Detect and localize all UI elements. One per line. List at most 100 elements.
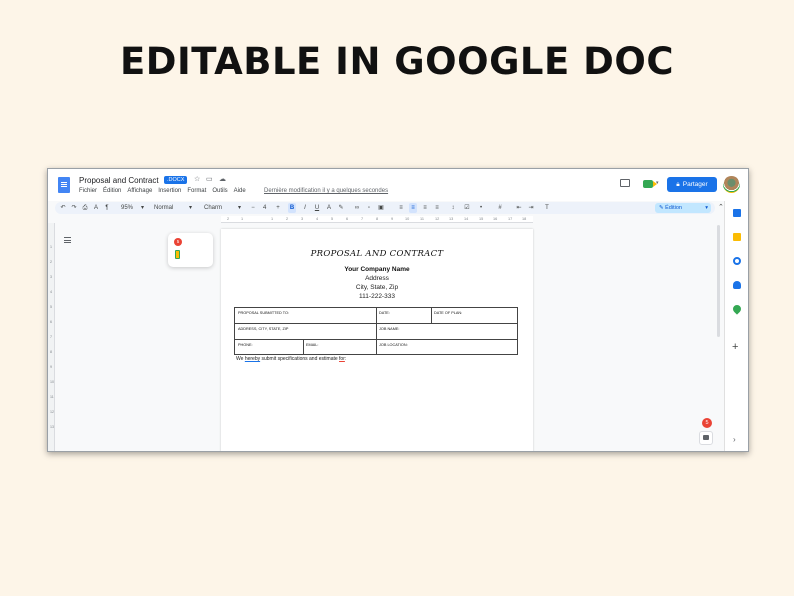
menu-format[interactable]: Format (187, 188, 206, 194)
justify-icon[interactable]: ≡ (433, 203, 441, 213)
document-page[interactable]: PROPOSAL AND CONTRACT Your Company Name … (221, 229, 533, 451)
menu-aide[interactable]: Aide (234, 188, 246, 194)
increase-indent-icon[interactable]: ⇥ (527, 203, 535, 213)
chevron-down-icon[interactable]: ▾ (656, 180, 659, 186)
text-color-icon[interactable]: A (325, 203, 333, 213)
document-heading: PROPOSAL AND CONTRACT (310, 249, 444, 259)
chevron-up-icon[interactable]: ⌃ (718, 203, 724, 211)
calendar-icon[interactable] (733, 209, 741, 217)
field-job-location: JOB LOCATION: (379, 343, 408, 347)
redo-icon[interactable]: ↷ (70, 203, 78, 213)
move-folder-icon[interactable]: ▭ (206, 175, 213, 183)
contacts-icon[interactable] (733, 281, 741, 289)
ruler-tick: 9 (50, 365, 52, 369)
tasks-icon[interactable] (733, 257, 741, 265)
spellcheck-icon[interactable]: A (92, 203, 100, 213)
toolbar: ↶ ↷ ⎙ A ¶ 95% ▾ Normal ▾ Charm ▾ − 4 + B… (55, 202, 715, 214)
star-icon[interactable]: ☆ (194, 175, 200, 183)
file-type-badge: .DOCX (164, 176, 188, 184)
bold-icon[interactable]: B (288, 203, 296, 213)
underline-icon[interactable]: U (313, 203, 321, 213)
ruler-tick: 3 (50, 275, 52, 279)
notification-badge[interactable]: 5 (702, 418, 712, 428)
floating-card[interactable]: 5 (168, 233, 213, 267)
ruler-tick: 9 (391, 217, 394, 221)
ruler-tick: 6 (346, 217, 349, 221)
docs-logo-icon[interactable] (58, 177, 70, 193)
lock-icon: 🔒︎ (676, 180, 680, 188)
ruler-tick: 11 (50, 395, 54, 399)
insert-image-icon[interactable]: ▣ (377, 203, 385, 213)
company-city: City, State, Zip (355, 284, 399, 291)
align-center-icon[interactable]: ≡ (409, 203, 417, 213)
style-select[interactable]: Normal (154, 203, 173, 213)
menu-fichier[interactable]: Fichier (79, 188, 97, 194)
link-icon[interactable]: ∞ (353, 203, 361, 213)
note-text: We (236, 356, 245, 362)
document-title[interactable]: Proposal and Contract (79, 176, 159, 185)
menu-outils[interactable]: Outils (212, 188, 227, 194)
field-date: DATE: (379, 311, 390, 315)
menu-bar: Fichier Édition Affichage Insertion Form… (79, 188, 246, 194)
maps-icon[interactable] (731, 303, 743, 315)
ruler-tick: 5 (331, 217, 334, 221)
decrease-indent-icon[interactable]: ⇤ (515, 203, 523, 213)
zoom-select[interactable]: 95% (121, 203, 133, 213)
ruler-tick: 8 (376, 217, 379, 221)
meet-icon[interactable] (643, 180, 657, 188)
field-proposal-submitted-to: PROPOSAL SUBMITTED TO: (238, 311, 289, 315)
ruler-tick: 14 (464, 217, 469, 221)
share-button[interactable]: 🔒︎ Partager (667, 177, 717, 192)
add-comment-button[interactable] (699, 431, 713, 445)
keep-icon[interactable] (733, 233, 741, 241)
italic-icon[interactable]: I (301, 203, 309, 213)
ruler-tick: 5 (50, 305, 52, 309)
line-spacing-icon[interactable]: ↕ (449, 203, 457, 213)
title-bar: Proposal and Contract .DOCX ☆ ▭ ☁ Fichie… (48, 169, 748, 201)
add-comment-icon[interactable]: ▫ (365, 203, 373, 213)
ruler-tick: 15 (479, 217, 484, 221)
align-right-icon[interactable]: ≡ (421, 203, 429, 213)
ruler-tick: 7 (50, 335, 52, 339)
menu-edition[interactable]: Édition (103, 188, 121, 194)
company-name: Your Company Name (344, 266, 410, 273)
note-text: hereby (244, 356, 261, 362)
checklist-icon[interactable]: ☑ (463, 203, 471, 213)
horizontal-ruler[interactable]: 2 1 1 2 3 4 5 6 7 8 9 10 11 12 13 14 15 … (221, 216, 533, 223)
increase-font-icon[interactable]: + (274, 203, 282, 213)
bulleted-list-icon[interactable]: • (477, 203, 485, 213)
vertical-ruler[interactable]: 1 2 3 4 5 6 7 8 9 10 11 12 13 (48, 223, 55, 451)
ruler-tick: 4 (50, 290, 52, 294)
field-date-of-plan: DATE OF PLAN: (434, 311, 463, 315)
share-label: Partager (682, 181, 708, 188)
decrease-font-icon[interactable]: − (249, 203, 257, 213)
highlight-icon[interactable]: ✎ (337, 203, 345, 213)
editing-mode-select[interactable]: ✎ Édition ▾ (655, 203, 711, 213)
avatar[interactable] (723, 176, 740, 193)
ruler-tick: 2 (50, 260, 52, 264)
align-left-icon[interactable]: ≡ (397, 203, 405, 213)
chevron-right-icon[interactable]: › (733, 435, 736, 444)
paint-format-icon[interactable]: ¶ (103, 203, 111, 213)
font-select[interactable]: Charm (204, 203, 222, 213)
font-size-input[interactable]: 4 (263, 203, 266, 213)
document-outline-icon[interactable] (64, 237, 71, 243)
undo-icon[interactable]: ↶ (59, 203, 67, 213)
add-addon-icon[interactable]: + (732, 341, 738, 353)
clear-formatting-icon[interactable]: T (543, 203, 551, 213)
ruler-tick: 7 (361, 217, 364, 221)
ruler-tick: 1 (271, 217, 274, 221)
company-address: Address (365, 275, 389, 282)
menu-affichage[interactable]: Affichage (127, 188, 152, 194)
ruler-tick: 6 (50, 320, 52, 324)
chevron-down-icon: ▾ (189, 205, 193, 211)
phone-icon (175, 250, 180, 259)
numbered-list-icon[interactable]: # (496, 203, 504, 213)
last-edit-link[interactable]: Dernière modification il y a quelques se… (264, 188, 388, 194)
vertical-scrollbar[interactable] (717, 225, 720, 337)
cloud-status-icon[interactable]: ☁ (219, 175, 226, 183)
print-icon[interactable]: ⎙ (81, 203, 89, 213)
menu-insertion[interactable]: Insertion (158, 188, 181, 194)
chevron-down-icon: ▾ (141, 205, 145, 211)
comment-history-icon[interactable] (620, 179, 630, 187)
